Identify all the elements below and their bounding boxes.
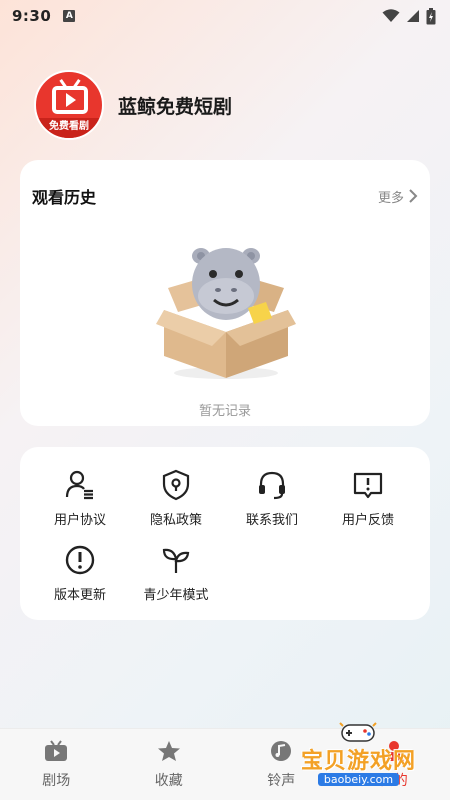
tab-favorites[interactable]: 收藏 — [113, 729, 226, 800]
sprout-icon — [162, 548, 190, 573]
watermark-title: 宝贝游戏网 — [300, 749, 416, 774]
avatar[interactable]: 免费看剧 — [34, 70, 104, 140]
watermark-url: baobeiy.com — [317, 773, 400, 786]
menu-item-user-agreement[interactable]: 用户协议 — [32, 469, 128, 528]
profile-header[interactable]: 免费看剧 蓝鲸免费短剧 — [34, 70, 232, 140]
battery-icon — [426, 7, 436, 24]
tab-theater[interactable]: 剧场 — [0, 729, 113, 800]
menu-grid: 用户协议 隐私政策 联系我们 用户反馈 版本更新 青少年模式 — [20, 469, 430, 603]
menu-label: 用户协议 — [53, 513, 106, 528]
feedback-icon — [353, 472, 383, 499]
menu-item-contact-us[interactable]: 联系我们 — [224, 469, 320, 528]
star-icon — [157, 740, 180, 761]
headset-icon — [259, 471, 285, 500]
menu-item-version-update[interactable]: 版本更新 — [32, 544, 128, 603]
exclamation-circle-icon — [65, 545, 95, 575]
tab-label: 收藏 — [154, 772, 183, 789]
tab-label: 剧场 — [42, 772, 71, 789]
more-label: 更多 — [377, 190, 404, 206]
menu-label: 青少年模式 — [143, 588, 209, 603]
app-name: 蓝鲸免费短剧 — [118, 95, 233, 118]
avatar-band-text: 免费看剧 — [36, 118, 102, 138]
history-title: 观看历史 — [32, 188, 97, 207]
more-button[interactable]: 更多 — [378, 187, 418, 206]
signal-icon — [407, 10, 419, 22]
menu-label: 联系我们 — [245, 513, 298, 528]
menu-item-privacy-policy[interactable]: 隐私政策 — [128, 469, 224, 528]
tv-play-icon — [45, 739, 68, 761]
user-agreement-icon — [65, 470, 93, 500]
chevron-right-icon — [409, 189, 418, 203]
empty-box-hippo-illustration — [156, 248, 296, 379]
settings-menu-card: 用户协议 隐私政策 联系我们 用户反馈 版本更新 青少年模式 — [20, 447, 430, 620]
music-icon — [271, 740, 292, 761]
notification-badge-icon: A — [63, 10, 76, 22]
menu-label: 版本更新 — [53, 588, 106, 603]
menu-label: 用户反馈 — [341, 513, 394, 528]
shield-lock-icon — [162, 469, 190, 501]
menu-item-teen-mode[interactable]: 青少年模式 — [128, 544, 224, 603]
tv-logo-icon — [52, 86, 88, 114]
watermark-logo: 宝贝游戏网 baobeiy.com — [301, 721, 416, 786]
wifi-icon — [382, 9, 400, 22]
history-header: 观看历史 更多 — [20, 160, 430, 208]
status-time: 9:30 — [12, 7, 52, 25]
status-icons — [382, 7, 436, 25]
tab-label: 铃声 — [267, 772, 296, 789]
menu-item-user-feedback[interactable]: 用户反馈 — [320, 469, 416, 528]
gamepad-icon — [339, 722, 378, 742]
empty-history-text: 暂无记录 — [198, 404, 251, 419]
menu-label: 隐私政策 — [149, 513, 202, 528]
watch-history-card: 观看历史 更多 暂无记录 — [20, 160, 430, 426]
status-bar: 9:30 A — [0, 0, 450, 32]
